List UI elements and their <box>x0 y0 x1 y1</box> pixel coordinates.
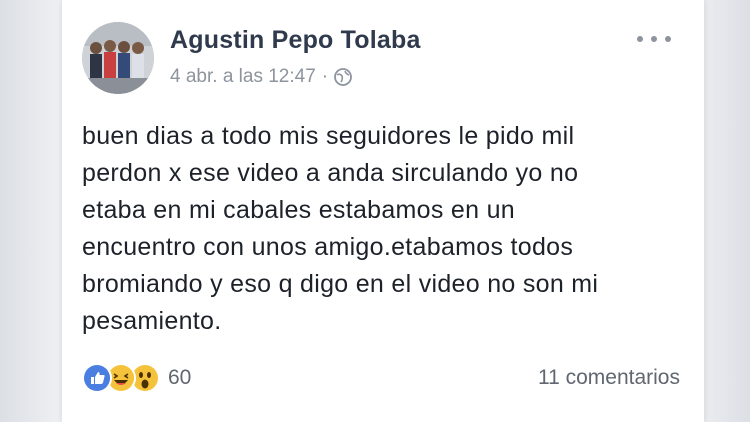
like-icon <box>82 363 112 393</box>
comments-link[interactable]: 11 comentarios <box>538 366 680 390</box>
reaction-count: 60 <box>168 366 192 389</box>
post-card: Agustin Pepo Tolaba 4 abr. a las 12:47 ·… <box>62 0 704 422</box>
meta-separator: · <box>321 66 329 87</box>
screen: Agustin Pepo Tolaba 4 abr. a las 12:47 ·… <box>0 0 750 422</box>
author-name[interactable]: Agustin Pepo Tolaba <box>170 26 421 55</box>
more-options-icon[interactable] <box>637 28 671 50</box>
post-text: buen dias a todo mis seguidores le pido … <box>82 122 599 335</box>
reactions-summary[interactable]: 60 <box>82 363 192 393</box>
post-meta: 4 abr. a las 12:47 · <box>170 66 353 88</box>
timestamp[interactable]: 4 abr. a las 12:47 <box>170 66 316 88</box>
avatar[interactable] <box>82 22 154 94</box>
globe-icon <box>334 68 353 86</box>
